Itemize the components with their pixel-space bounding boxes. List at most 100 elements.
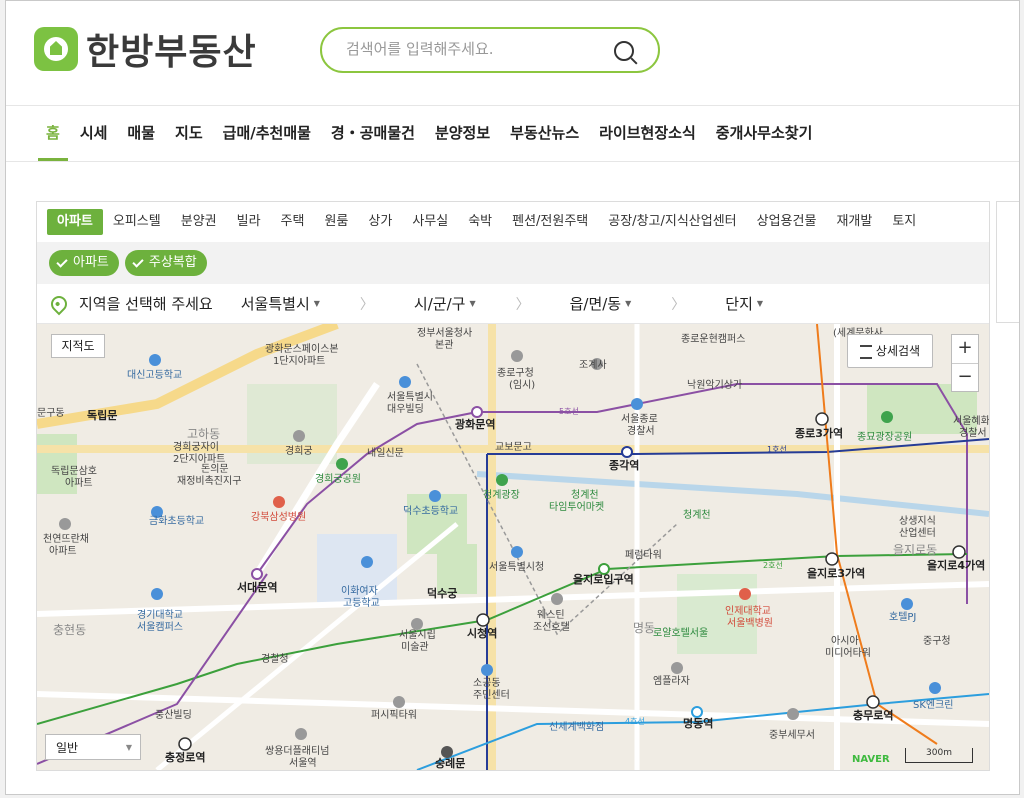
zoom-in-button[interactable]: +: [952, 335, 978, 364]
tab-redevelopment[interactable]: 재개발: [826, 209, 882, 235]
map-label: 을지로동: [893, 543, 938, 557]
district-dropdown[interactable]: 시/군/구 ▼: [414, 293, 476, 314]
building-icon[interactable]: [295, 728, 307, 740]
tab-land[interactable]: 토지: [882, 209, 926, 235]
station-marker[interactable]: [825, 552, 839, 566]
hotel-icon[interactable]: [901, 598, 913, 610]
tab-commercial-building[interactable]: 상업용건물: [747, 209, 827, 235]
chip-apartment[interactable]: 아파트: [49, 250, 119, 276]
map-label: 시청역: [467, 627, 498, 640]
building-icon[interactable]: [671, 662, 683, 674]
chip-mixed-use[interactable]: 주상복합: [124, 250, 207, 276]
chevron-right-icon: 〉: [671, 296, 686, 313]
map-label: 독립문: [87, 409, 118, 422]
map-canvas[interactable]: 정부서울청사 본관 광화문스페이스본 1단지아파트 대신고등학교 종로구청 (임…: [37, 324, 989, 770]
station-marker[interactable]: [952, 545, 966, 559]
search-input[interactable]: [344, 39, 608, 59]
tab-oneroom[interactable]: 원룸: [314, 209, 358, 235]
school-icon[interactable]: [149, 354, 161, 366]
zoom-out-button[interactable]: −: [952, 364, 978, 392]
station-marker[interactable]: [476, 613, 490, 627]
school-icon[interactable]: [429, 490, 441, 502]
town-dropdown[interactable]: 읍/면/동 ▼: [570, 293, 632, 314]
detail-search-button[interactable]: 상세검색: [847, 334, 933, 368]
map-label: 호텔PJ: [889, 612, 917, 623]
station-marker[interactable]: [691, 706, 703, 718]
caret-down-icon: ▼: [125, 743, 132, 752]
logo[interactable]: 한방부동산: [34, 25, 257, 73]
station-marker[interactable]: [866, 695, 880, 709]
complex-dropdown[interactable]: 단지 ▼: [725, 293, 763, 314]
nav-auction[interactable]: 경・공매물건: [321, 105, 425, 161]
nav-presale[interactable]: 분양정보: [425, 105, 500, 161]
station-marker[interactable]: [621, 446, 633, 458]
apartment-icon[interactable]: [59, 518, 71, 530]
map-label: 소공동: [473, 678, 501, 689]
palace-icon[interactable]: [293, 430, 305, 442]
map-type-value: 일반: [56, 741, 79, 755]
property-type-tabs: 아파트 오피스텔 분양권 빌라 주택 원룸 상가 사무실 숙박 펜션/전원주택 …: [37, 202, 989, 242]
map-label: 이화여자: [341, 586, 378, 597]
header: 한방부동산: [6, 1, 1019, 106]
nav-news[interactable]: 부동산뉴스: [500, 105, 589, 161]
nav-map[interactable]: 지도: [165, 105, 213, 161]
hotel-icon[interactable]: [551, 593, 563, 605]
city-dropdown[interactable]: 서울특별시 ▼: [241, 293, 320, 314]
tab-lodging[interactable]: 숙박: [458, 209, 502, 235]
map-type-select[interactable]: 일반 ▼: [45, 734, 141, 760]
tab-store[interactable]: 상가: [358, 209, 402, 235]
town-value: 읍/면/동: [569, 295, 622, 313]
cadastral-map-button[interactable]: 지적도: [51, 334, 105, 358]
park-icon[interactable]: [336, 458, 348, 470]
school-icon[interactable]: [151, 588, 163, 600]
map-label: 서울특별시청: [489, 562, 545, 573]
park-icon[interactable]: [881, 411, 893, 423]
tab-presale-right[interactable]: 분양권: [171, 209, 227, 235]
nav-agent-search[interactable]: 중개사무소찾기: [706, 105, 823, 161]
station-marker[interactable]: [178, 737, 192, 751]
map-label: 종묘광장공원: [857, 432, 913, 443]
map-label: 을지로입구역: [573, 573, 634, 586]
nav-live[interactable]: 라이브현장소식: [589, 105, 706, 161]
map-label: 명동역: [683, 717, 714, 730]
nav-price[interactable]: 시세: [70, 105, 118, 161]
building-icon[interactable]: [511, 546, 523, 558]
gas-station-icon[interactable]: [929, 682, 941, 694]
building-icon[interactable]: [393, 696, 405, 708]
search-icon[interactable]: [614, 41, 634, 61]
police-icon[interactable]: [631, 398, 643, 410]
chip-label: 주상복합: [148, 255, 197, 270]
map-label: SK엔크린: [913, 700, 954, 711]
map-label: 4호선: [625, 717, 645, 726]
map-label: 명동: [633, 621, 656, 635]
hospital-icon[interactable]: [273, 496, 285, 508]
building-icon[interactable]: [399, 376, 411, 388]
station-marker[interactable]: [471, 406, 483, 418]
office-icon[interactable]: [481, 664, 493, 676]
logo-house-icon: [34, 27, 78, 71]
hospital-icon[interactable]: [739, 588, 751, 600]
map-label: 서울혜화: [953, 416, 989, 427]
nav-urgent-sale[interactable]: 급매/추천매물: [213, 105, 321, 161]
station-marker[interactable]: [251, 568, 263, 580]
nav-listings[interactable]: 매물: [117, 105, 165, 161]
school-icon[interactable]: [361, 556, 373, 568]
tab-house[interactable]: 주택: [271, 209, 315, 235]
map-label: 퍼시픽타워: [371, 710, 417, 721]
park-icon[interactable]: [496, 474, 508, 486]
tab-officetel[interactable]: 오피스텔: [103, 209, 171, 235]
tab-factory[interactable]: 공장/창고/지식산업센터: [598, 209, 746, 235]
building-icon[interactable]: [511, 350, 523, 362]
office-icon[interactable]: [787, 708, 799, 720]
tab-pension[interactable]: 펜션/전원주택: [502, 209, 598, 235]
nav-home[interactable]: 홈: [36, 105, 70, 161]
caret-down-icon: ▼: [756, 299, 764, 308]
subway-line-4: [416, 693, 989, 770]
map-label: 돈의문: [201, 464, 229, 475]
station-marker[interactable]: [815, 412, 829, 426]
map-label: 충정로역: [165, 751, 206, 764]
tab-apartment[interactable]: 아파트: [47, 209, 103, 235]
museum-icon[interactable]: [411, 618, 423, 630]
tab-office[interactable]: 사무실: [402, 209, 458, 235]
tab-villa[interactable]: 빌라: [227, 209, 271, 235]
